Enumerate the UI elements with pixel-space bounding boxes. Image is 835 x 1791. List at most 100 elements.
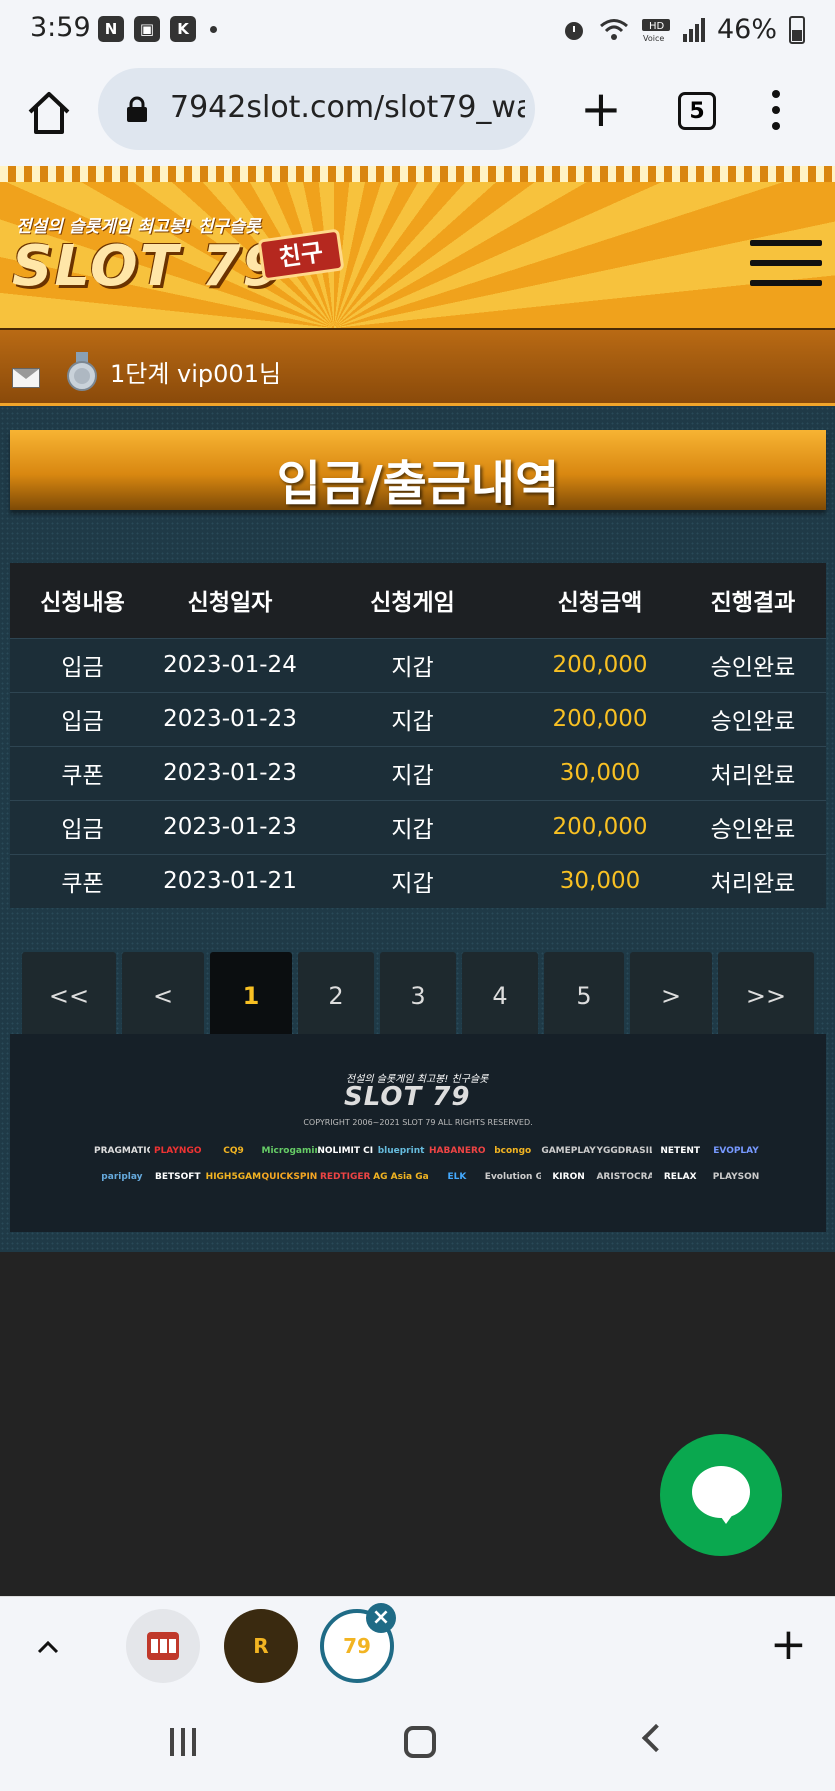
cell-date: 2023-01-23: [155, 799, 305, 854]
svg-text:Voice: Voice: [643, 34, 664, 43]
alarm-icon: [564, 21, 583, 40]
page-3-button[interactable]: 3: [380, 952, 456, 1040]
cell-type: 입금: [10, 799, 155, 854]
medal-icon: [67, 352, 97, 391]
provider-logo: bcongo: [494, 1146, 532, 1156]
home-icon[interactable]: [24, 88, 74, 138]
page-4-button[interactable]: 4: [462, 952, 538, 1040]
status-system-icons: HD Voice 46%: [561, 14, 805, 45]
provider-logo: GAMEPLAY: [541, 1146, 596, 1156]
table-row: 쿠폰 2023-01-21 지갑 30,000 처리완료: [10, 853, 826, 908]
cell-date: 2023-01-24: [155, 637, 305, 692]
site-footer: 전설의 슬롯게임 최고봉! 친구슬롯 SLOT 79 COPYRIGHT 200…: [10, 1034, 826, 1232]
provider-logo: PLAYSON: [712, 1172, 760, 1182]
provider-logo: EVOPLAY: [713, 1146, 759, 1156]
chevron-up-icon[interactable]: [36, 1635, 60, 1659]
more-notifications-icon: [210, 25, 217, 33]
user-level-name: 1단계 vip001님: [110, 360, 282, 388]
hamburger-menu-icon[interactable]: [750, 240, 822, 300]
page-next-button[interactable]: >: [630, 952, 712, 1040]
cell-date: 2023-01-21: [155, 853, 305, 908]
site-logo[interactable]: 전설의 슬롯게임 최고봉! 친구슬롯 SLOT 79 친구: [12, 196, 345, 306]
header-request-type: 신청내용: [10, 563, 155, 638]
page-first-button[interactable]: <<: [22, 952, 116, 1040]
cell-amount: 200,000: [520, 637, 680, 692]
footer-copyright: COPYRIGHT 2006~2021 SLOT 79 ALL RIGHTS R…: [303, 1118, 533, 1127]
page-last-button[interactable]: >>: [718, 952, 814, 1040]
back-icon[interactable]: [641, 1723, 671, 1753]
provider-logo: QUICKSPIN: [261, 1172, 318, 1182]
transaction-history-table: 신청내용 신청일자 신청게임 신청금액 진행결과 입금 2023-01-24 지…: [10, 563, 826, 908]
provider-logo: blueprint: [377, 1146, 425, 1156]
recent-apps-icon[interactable]: [170, 1728, 196, 1756]
cell-game: 지갑: [305, 745, 520, 800]
provider-logo: KIRON: [552, 1172, 585, 1182]
cell-game: 지갑: [305, 691, 520, 746]
provider-logo: Microgaming: [261, 1146, 317, 1156]
tab-r-site[interactable]: R: [224, 1609, 298, 1683]
header-result: 진행결과: [680, 563, 826, 638]
tab-slot-machine[interactable]: [126, 1609, 200, 1683]
cell-amount: 200,000: [520, 799, 680, 854]
pagination: << < 1 2 3 4 5 > >>: [22, 952, 814, 1040]
home-nav-icon[interactable]: [404, 1726, 436, 1758]
cell-type: 쿠폰: [10, 745, 155, 800]
address-bar[interactable]: 7942slot.com/slot79_wa: [98, 68, 535, 150]
title-banner: 입금/출금내역: [10, 430, 826, 512]
page-1-button[interactable]: 1: [210, 952, 292, 1040]
provider-logo: REDTIGER: [319, 1172, 371, 1182]
cell-result: 승인완료: [680, 637, 826, 692]
provider-logo: NOLIMIT CITY: [317, 1146, 374, 1156]
provider-logo: AG Asia Gaming: [373, 1172, 429, 1182]
live-chat-button[interactable]: [660, 1434, 782, 1556]
provider-logos-row-2: pariplay BETSOFT HIGH5GAMES QUICKSPIN RE…: [94, 1172, 764, 1182]
cell-game: 지갑: [305, 799, 520, 854]
table-row: 입금 2023-01-23 지갑 200,000 승인완료: [10, 799, 826, 854]
provider-logo: RELAX: [663, 1172, 697, 1182]
add-tab-button[interactable]: +: [770, 1623, 807, 1667]
provider-logo: CQ9: [223, 1146, 244, 1156]
page-5-button[interactable]: 5: [544, 952, 624, 1040]
status-time: 3:59: [30, 12, 91, 43]
browser-tab-strip: R 79 × +: [0, 1596, 835, 1694]
header-request-amount: 신청금액: [520, 563, 680, 638]
gallery-icon: ▣: [134, 16, 160, 42]
provider-logo: PLAYNGO: [153, 1146, 202, 1156]
wifi-icon: [600, 18, 628, 40]
status-notification-icons: N ▣ K: [98, 16, 217, 42]
new-tab-button[interactable]: +: [578, 84, 624, 134]
signal-icon: [682, 17, 705, 42]
slot-machine-icon: [147, 1632, 179, 1660]
user-bar: 1단계 vip001님: [0, 328, 835, 406]
provider-logos-row-1: PRAGMATIC PLAY PLAYNGO CQ9 Microgaming N…: [94, 1146, 764, 1156]
table-row: 입금 2023-01-24 지갑 200,000 승인완료: [10, 637, 826, 692]
cell-result: 처리완료: [680, 853, 826, 908]
close-tab-icon[interactable]: ×: [366, 1603, 396, 1633]
status-bar: 3:59 N ▣ K HD Voice 46%: [0, 0, 835, 62]
browser-toolbar: 7942slot.com/slot79_wa + 5: [0, 62, 835, 166]
cell-amount: 30,000: [520, 853, 680, 908]
provider-logo: ARISTOCRAT: [596, 1172, 653, 1182]
provider-logo: pariplay: [101, 1172, 143, 1182]
provider-logo: Evolution Gaming: [484, 1172, 541, 1182]
logo-text: SLOT 79: [12, 234, 284, 299]
cell-type: 입금: [10, 637, 155, 692]
cell-date: 2023-01-23: [155, 691, 305, 746]
tab-switcher-button[interactable]: 5: [678, 92, 716, 130]
page-prev-button[interactable]: <: [122, 952, 204, 1040]
cell-game: 지갑: [305, 637, 520, 692]
page-title: 입금/출금내역: [276, 456, 560, 512]
page-2-button[interactable]: 2: [298, 952, 374, 1040]
cell-game: 지갑: [305, 853, 520, 908]
provider-logo: HABANERO: [428, 1146, 485, 1156]
url-text[interactable]: 7942slot.com/slot79_wa: [170, 90, 525, 125]
mail-icon[interactable]: [12, 368, 40, 388]
header-stripe: [0, 166, 835, 182]
browser-menu-icon[interactable]: [772, 90, 780, 130]
battery-percent: 46%: [716, 14, 777, 45]
battery-icon: [789, 15, 805, 44]
ks-icon: K: [170, 16, 196, 42]
provider-logo: YGGDRASIL: [596, 1146, 653, 1156]
header-request-date: 신청일자: [155, 563, 305, 638]
cell-result: 승인완료: [680, 799, 826, 854]
